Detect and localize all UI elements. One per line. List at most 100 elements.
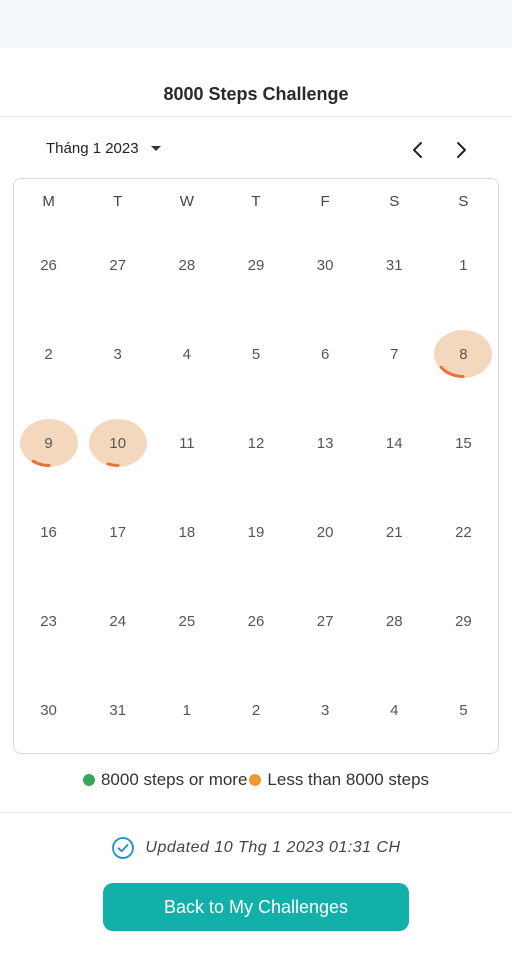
calendar-day-number: 10 xyxy=(109,434,127,452)
weekday-header: MTWTFSS xyxy=(14,193,498,210)
calendar-day[interactable]: 3 xyxy=(291,680,360,740)
calendar-day[interactable]: 5 xyxy=(221,324,290,384)
calendar-day[interactable]: 28 xyxy=(152,235,221,295)
calendar-day-number: 16 xyxy=(40,523,57,541)
weekday-label: S xyxy=(458,193,469,210)
check-circle-icon xyxy=(112,837,135,859)
calendar-day-number: 7 xyxy=(390,345,399,363)
weekday-label: T xyxy=(251,193,261,210)
calendar-day[interactable]: 4 xyxy=(152,324,221,384)
chevron-left-icon xyxy=(413,142,422,158)
calendar-day-number: 11 xyxy=(179,434,195,452)
calendar-day-number: 17 xyxy=(109,523,127,541)
calendar-day-number: 4 xyxy=(182,345,192,363)
calendar-day[interactable]: 26 xyxy=(14,235,83,295)
calendar-day-number: 15 xyxy=(455,434,472,452)
calendar-day[interactable]: 12 xyxy=(221,413,290,473)
calendar-day[interactable]: 16 xyxy=(14,502,83,562)
title-divider xyxy=(0,116,512,117)
legend-met-label: 8000 steps or more xyxy=(100,770,248,789)
calendar-day-number: 28 xyxy=(385,612,403,630)
calendar-day[interactable]: 13 xyxy=(291,413,360,473)
caret-down-icon xyxy=(150,146,161,151)
back-to-challenges-button[interactable]: Back to My Challenges xyxy=(103,883,409,931)
calendar-day[interactable]: 19 xyxy=(221,502,290,562)
chevron-right-icon xyxy=(457,142,466,158)
calendar-day[interactable]: 27 xyxy=(291,591,360,651)
calendar-week-row: 30 31 1 2 3 4 5 xyxy=(14,680,498,740)
calendar-week-row: 9 10 11 12 13 14 15 xyxy=(14,413,498,473)
weekday-label: S xyxy=(389,193,400,210)
next-month-button[interactable] xyxy=(449,138,473,162)
calendar-day[interactable]: 7 xyxy=(360,324,429,384)
calendar-day[interactable]: 14 xyxy=(360,413,429,473)
calendar-day[interactable]: 18 xyxy=(152,502,221,562)
calendar-day[interactable]: 17 xyxy=(83,502,152,562)
calendar-day[interactable]: 31 xyxy=(360,235,429,295)
calendar-week-row: 2 3 4 5 6 7 8 xyxy=(14,324,498,384)
calendar-day[interactable]: 4 xyxy=(360,680,429,740)
calendar-day[interactable]: 27 xyxy=(83,235,152,295)
calendar-day-number: 2 xyxy=(251,701,261,719)
calendar-day[interactable]: 2 xyxy=(14,324,83,384)
calendar-day[interactable]: 24 xyxy=(83,591,152,651)
calendar-day-number: 26 xyxy=(247,612,265,630)
calendar-day-number: 28 xyxy=(178,256,196,274)
calendar-day[interactable]: 29 xyxy=(429,591,498,651)
legend-item-under: Less than 8000 steps xyxy=(247,770,429,790)
calendar-day[interactable]: 22 xyxy=(429,502,498,562)
calendar-day[interactable]: 2 xyxy=(221,680,290,740)
calendar-day[interactable]: 9 xyxy=(14,413,83,473)
weekday-label: F xyxy=(320,193,330,210)
green-dot-icon xyxy=(82,774,95,786)
calendar-day[interactable]: 25 xyxy=(152,591,221,651)
calendar-day-number: 12 xyxy=(247,434,265,452)
calendar-day-number: 5 xyxy=(459,701,468,719)
calendar-day[interactable]: 26 xyxy=(221,591,290,651)
calendar-day-number: 8 xyxy=(459,345,468,363)
calendar-grid: MTWTFSS 26 27 28 29 30 31 1 2 3 4 5 6 7 8 9 10 11 12 13 14 1… xyxy=(13,178,499,754)
legend: 8000 steps or more Less than 8000 steps xyxy=(0,770,512,790)
calendar-day-number: 25 xyxy=(178,612,196,630)
top-bar xyxy=(0,0,512,48)
calendar-day[interactable]: 10 xyxy=(83,413,152,473)
calendar-day-number: 30 xyxy=(40,701,57,719)
updated-status: Updated 10 Thg 1 2023 01:31 CH xyxy=(0,836,512,860)
prev-month-button[interactable] xyxy=(406,138,430,162)
calendar-day[interactable]: 8 xyxy=(429,324,498,384)
calendar-day[interactable]: 30 xyxy=(291,235,360,295)
calendar-day[interactable]: 30 xyxy=(14,680,83,740)
calendar-day-number: 23 xyxy=(40,612,57,630)
calendar-day[interactable]: 28 xyxy=(360,591,429,651)
calendar-day-number: 29 xyxy=(455,612,472,630)
calendar-day[interactable]: 31 xyxy=(83,680,152,740)
month-picker[interactable]: Tháng 1 2023 xyxy=(46,140,161,157)
calendar-day[interactable]: 3 xyxy=(83,324,152,384)
calendar-day[interactable]: 1 xyxy=(429,235,498,295)
calendar-week-row: 26 27 28 29 30 31 1 xyxy=(14,235,498,295)
calendar-day-number: 9 xyxy=(44,434,53,452)
calendar-day[interactable]: 6 xyxy=(291,324,360,384)
calendar-day-number: 24 xyxy=(109,612,127,630)
calendar-day-number: 1 xyxy=(182,701,192,719)
calendar-day-number: 5 xyxy=(251,345,261,363)
calendar-day[interactable]: 1 xyxy=(152,680,221,740)
calendar-day-number: 13 xyxy=(316,434,334,452)
calendar-day[interactable]: 29 xyxy=(221,235,290,295)
calendar-day-number: 31 xyxy=(109,701,127,719)
page-title: 8000 Steps Challenge xyxy=(163,84,349,104)
calendar-day-number: 26 xyxy=(40,256,57,274)
calendar-day[interactable]: 15 xyxy=(429,413,498,473)
calendar-day[interactable]: 11 xyxy=(152,413,221,473)
calendar-day-number: 3 xyxy=(320,701,330,719)
calendar-day-number: 18 xyxy=(178,523,196,541)
calendar-day-number: 4 xyxy=(390,701,399,719)
calendar-day-number: 14 xyxy=(385,434,403,452)
calendar-day[interactable]: 21 xyxy=(360,502,429,562)
calendar-day-number: 1 xyxy=(459,256,468,274)
calendar-day[interactable]: 20 xyxy=(291,502,360,562)
calendar-day[interactable]: 23 xyxy=(14,591,83,651)
calendar-day-number: 6 xyxy=(320,345,330,363)
calendar-day[interactable]: 5 xyxy=(429,680,498,740)
calendar-day-number: 27 xyxy=(316,612,334,630)
